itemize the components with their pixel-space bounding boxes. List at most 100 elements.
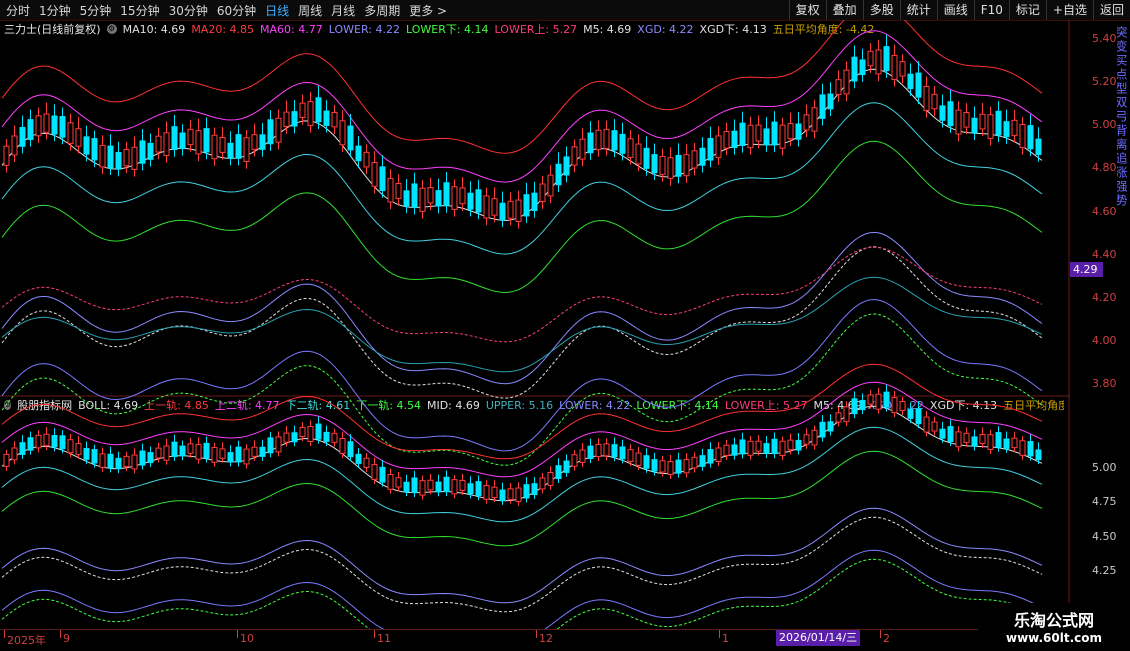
xgd-line [1, 299, 1043, 452]
candle-body [371, 464, 378, 480]
candle-body [923, 416, 930, 433]
candle-body [715, 135, 722, 159]
candle-body [227, 142, 234, 159]
axis-tick: 5.40 [1092, 32, 1117, 45]
tab-10[interactable]: 更多 > [409, 2, 447, 19]
toolbar-button-1[interactable]: 叠加 [825, 0, 863, 20]
candle-body [147, 142, 154, 160]
candle-body [91, 449, 98, 464]
kline-chart[interactable] [0, 20, 1070, 630]
tab-9[interactable]: 多周期 [364, 2, 400, 19]
lower-rail-line [1, 450, 1043, 547]
candle-body [419, 187, 426, 212]
watermark-url: www.60lt.com [1005, 631, 1103, 645]
candle-body [979, 113, 986, 130]
candle-body [275, 436, 282, 453]
watermark-title: 乐淘公式网 [1013, 611, 1094, 630]
tab-2[interactable]: 5分钟 [80, 2, 112, 19]
toolbar-button-3[interactable]: 统计 [899, 0, 937, 20]
candle-body [899, 61, 906, 77]
toolbar-button-0[interactable]: 复权 [788, 0, 826, 20]
candle-body [763, 128, 770, 146]
candle-body [923, 85, 930, 111]
candle-body [11, 447, 18, 461]
period-tabs: 分时 1分钟 5分钟 15分钟 30分钟 60分钟 日线 周线 月线 多周期 更多 > [6, 0, 456, 20]
candle-body [267, 437, 274, 454]
candle-body [427, 187, 434, 204]
candle-body [403, 190, 410, 207]
axis-tick: 4.50 [1092, 529, 1117, 543]
candle-body [643, 147, 650, 169]
candle-body [979, 433, 986, 445]
candle-body [819, 421, 826, 438]
candle-body [859, 59, 866, 76]
candle-body [939, 105, 946, 121]
tab-4[interactable]: 30分钟 [169, 2, 208, 19]
candle-body [411, 477, 418, 494]
candle-body [907, 408, 914, 419]
candle-body [611, 130, 618, 151]
candle-body [915, 408, 922, 425]
tab-5[interactable]: 60分钟 [217, 2, 256, 19]
candle-body [379, 466, 386, 483]
indicator-axis: 5.00 4.75 4.50 4.25 [1070, 397, 1130, 627]
candle-body [1035, 449, 1042, 461]
candle-body [179, 132, 186, 149]
candle-body [403, 481, 410, 493]
tab-0[interactable]: 分时 [6, 2, 30, 19]
candle-body [371, 161, 378, 187]
candle-body [675, 459, 682, 474]
candle-body [427, 479, 434, 491]
date-label: 1 [722, 632, 729, 645]
signal-side-text: 突变买点型双弓背离追涨强势 [1117, 26, 1128, 208]
tab-1[interactable]: 1分钟 [39, 2, 71, 19]
date-label: 2 [883, 632, 890, 645]
candle-body [843, 69, 850, 95]
candle-body [875, 49, 882, 75]
candle-body [379, 166, 386, 192]
candle-body [75, 128, 82, 147]
tab-8[interactable]: 月线 [331, 2, 355, 19]
candle-body [59, 116, 66, 138]
candle-body [339, 120, 346, 146]
candle-body [51, 435, 58, 448]
crosshair-date-box: 2026/01/14/三 [776, 630, 861, 646]
candle-body [699, 147, 706, 166]
candle-body [483, 484, 490, 500]
candle-body [995, 432, 1002, 448]
date-separator [719, 630, 720, 638]
candle-body [635, 452, 642, 466]
tab-3[interactable]: 15分钟 [120, 2, 159, 19]
toolbar-button-7[interactable]: +自选 [1045, 0, 1093, 20]
candle-body [395, 477, 402, 488]
toolbar-button-2[interactable]: 多股 [862, 0, 900, 20]
toolbar-button-5[interactable]: F10 [973, 0, 1009, 20]
candle-body [123, 455, 130, 468]
candle-body [323, 110, 330, 126]
axis-tick: 4.40 [1092, 247, 1117, 261]
date-label: 2025年 [7, 634, 46, 647]
date-separator [237, 630, 238, 638]
candle-body [387, 474, 394, 490]
candle-body [307, 101, 314, 127]
tab-6[interactable]: 日线 [265, 2, 289, 19]
candle-body [83, 136, 90, 155]
candle-body [907, 73, 914, 90]
candle-body [867, 50, 874, 67]
toolbar-button-6[interactable]: 标记 [1008, 0, 1046, 20]
toolbar-button-4[interactable]: 画线 [936, 0, 974, 20]
candle-body [155, 447, 162, 459]
candle-body [59, 435, 66, 450]
toolbar-button-8[interactable]: 返回 [1092, 0, 1130, 20]
candle-body [435, 190, 442, 207]
candle-body [179, 445, 186, 457]
candle-body [787, 439, 794, 451]
candle-body [235, 134, 242, 159]
tab-7[interactable]: 周线 [298, 2, 322, 19]
candle-body [963, 432, 970, 443]
candle-body [483, 195, 490, 219]
candle-body [619, 446, 626, 460]
candle-body [307, 426, 314, 443]
candle-body [99, 144, 106, 168]
candle-body [931, 93, 938, 110]
